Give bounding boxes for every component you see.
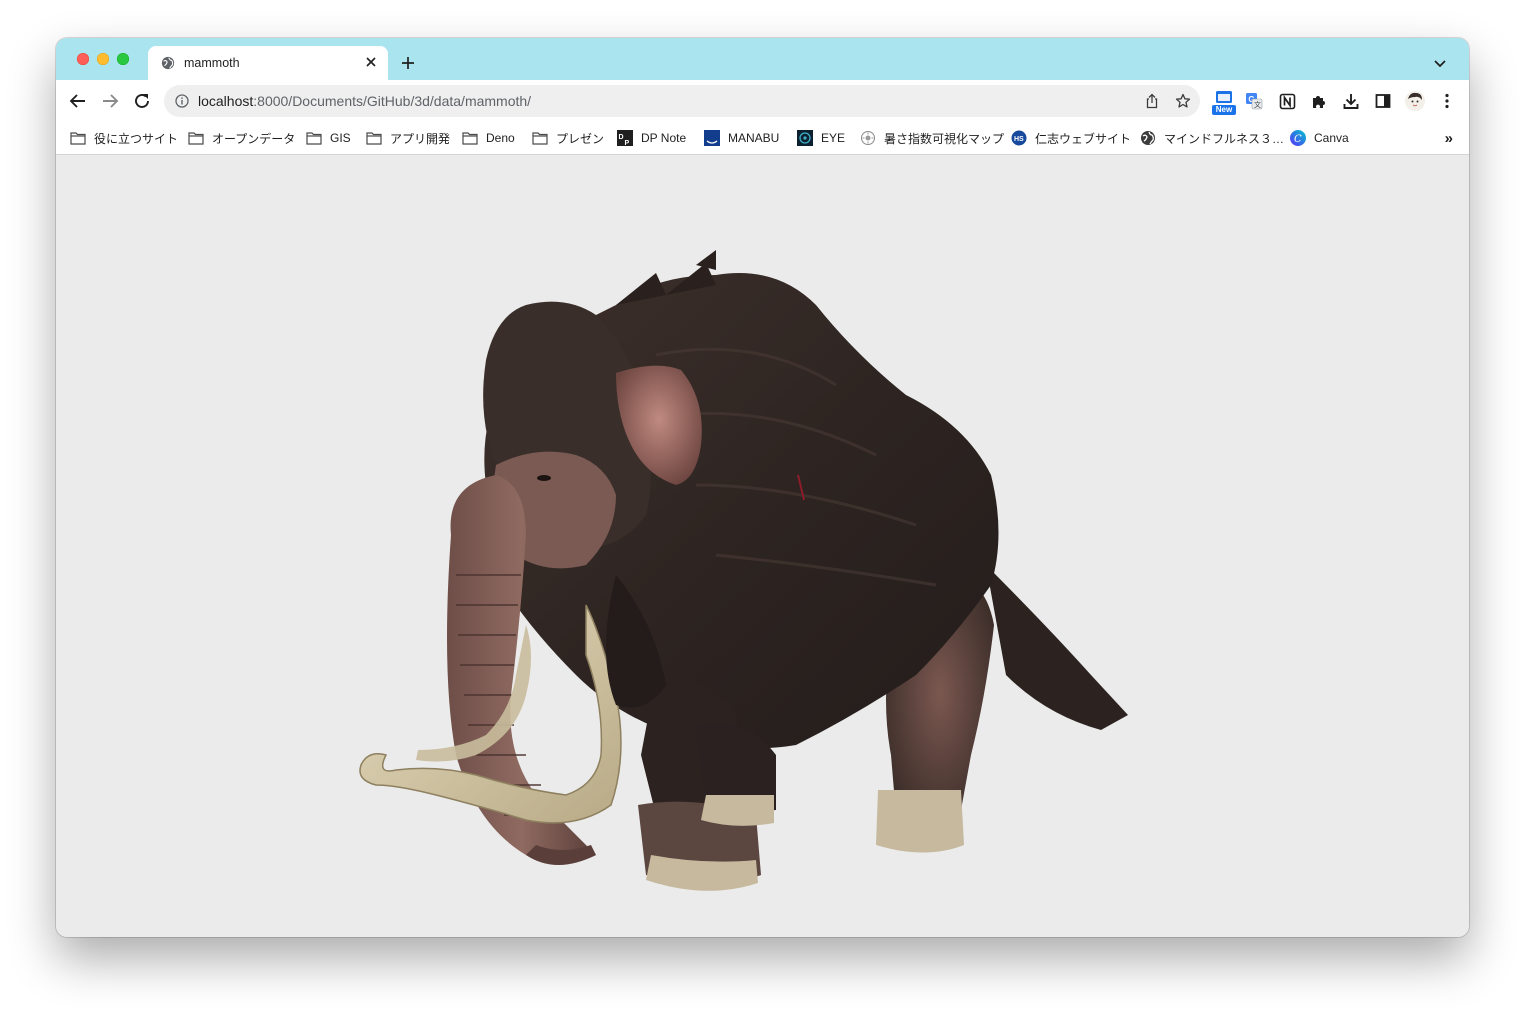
url-text[interactable]: localhost:8000/Documents/GitHub/3d/data/… — [198, 93, 531, 109]
more-vertical-icon — [1445, 93, 1449, 109]
profile-avatar-button[interactable] — [1404, 90, 1426, 112]
share-icon[interactable] — [1144, 93, 1160, 109]
star-icon[interactable] — [1175, 93, 1191, 109]
folder-icon — [70, 130, 86, 146]
bookmark-canva[interactable]: C Canva — [1290, 122, 1349, 154]
svg-text:文: 文 — [1254, 100, 1261, 109]
bookmarks-bar: 役に立つサイト オープンデータ GIS アプリ開発 Deno プレゼン DP D… — [56, 122, 1469, 155]
bookmark-manabu[interactable]: MANABU — [704, 122, 779, 154]
translate-icon: G 文 — [1246, 93, 1263, 110]
side-panel-button[interactable] — [1373, 91, 1393, 111]
bookmark-folder-gis[interactable]: GIS — [306, 122, 351, 154]
eye-logo-icon — [797, 130, 813, 146]
arrow-left-icon — [69, 94, 85, 108]
close-icon — [366, 57, 376, 67]
extension-new-button[interactable]: New — [1212, 91, 1236, 115]
new-tab-button[interactable] — [400, 55, 416, 71]
folder-icon — [306, 130, 322, 146]
browser-window: mammoth localhost:8000/Documents/GitHub/… — [56, 38, 1469, 937]
reload-button[interactable] — [132, 91, 152, 111]
back-button[interactable] — [68, 91, 88, 111]
extensions-button[interactable] — [1309, 91, 1329, 111]
bookmark-label: 暑さ指数可視化マップ — [884, 131, 1005, 146]
globe-icon — [1140, 130, 1156, 146]
notion-extension-button[interactable] — [1277, 91, 1297, 111]
bookmark-label: Canva — [1314, 131, 1349, 145]
avatar — [1405, 91, 1425, 111]
notion-icon — [1279, 93, 1295, 109]
minimize-window-button[interactable] — [97, 53, 109, 65]
bookmark-label: MANABU — [728, 131, 780, 145]
dp-logo-icon: DP — [617, 130, 633, 146]
bookmark-label: EYE — [821, 131, 846, 145]
bookmark-heat-index-map[interactable]: 暑さ指数可視化マップ — [860, 122, 1004, 154]
translate-extension-button[interactable]: G 文 — [1244, 91, 1264, 111]
tab-strip: mammoth — [56, 38, 1469, 80]
bookmark-label: プレゼン — [556, 131, 605, 146]
mammoth-eye — [537, 475, 551, 481]
toolbar: localhost:8000/Documents/GitHub/3d/data/… — [56, 80, 1469, 122]
page-content-viewport[interactable] — [56, 155, 1469, 937]
side-panel-icon — [1375, 94, 1391, 108]
svg-text:HS: HS — [1014, 136, 1024, 143]
mammoth-3d-model[interactable] — [56, 155, 1469, 937]
bookmark-folder-presentation[interactable]: プレゼン — [532, 122, 604, 154]
tab-mammoth[interactable]: mammoth — [148, 46, 388, 80]
manabu-logo-icon — [704, 130, 720, 146]
bookmarks-overflow-button[interactable]: » — [1445, 130, 1453, 147]
canva-logo-icon: C — [1290, 130, 1306, 146]
url-host: localhost — [198, 93, 254, 109]
folder-icon — [188, 130, 204, 146]
bookmark-hitoshi-website[interactable]: HS 仁志ウェブサイト — [1011, 122, 1131, 154]
url-path: :8000/Documents/GitHub/3d/data/mammoth/ — [253, 93, 532, 109]
close-window-button[interactable] — [77, 53, 89, 65]
folder-icon — [366, 130, 382, 146]
puzzle-icon — [1312, 95, 1325, 108]
bookmark-label: Deno — [486, 131, 515, 145]
folder-icon — [462, 130, 478, 146]
downloads-button[interactable] — [1341, 91, 1361, 111]
window-extension-icon — [1216, 91, 1232, 103]
bookmark-eye[interactable]: EYE — [797, 122, 845, 154]
bookmark-label: 役に立つサイト — [94, 131, 179, 146]
info-icon[interactable] — [175, 94, 189, 108]
sun-icon — [860, 130, 876, 146]
bookmark-dp-note[interactable]: DP DP Note — [617, 122, 686, 154]
folder-icon — [532, 130, 548, 146]
site-logo-icon: HS — [1011, 130, 1027, 146]
bookmark-folder-app-dev[interactable]: アプリ開発 — [366, 122, 450, 154]
fullscreen-window-button[interactable] — [117, 53, 129, 65]
bookmark-folder-deno[interactable]: Deno — [462, 122, 515, 154]
download-icon — [1343, 94, 1359, 109]
svg-text:C: C — [1294, 134, 1302, 145]
mammoth-tail — [986, 565, 1128, 730]
bookmark-label: 仁志ウェブサイト — [1035, 131, 1132, 146]
forward-button[interactable] — [100, 91, 120, 111]
bookmark-label: GIS — [330, 131, 351, 145]
address-bar[interactable]: localhost:8000/Documents/GitHub/3d/data/… — [164, 85, 1200, 117]
bookmark-label: オープンデータ — [212, 131, 296, 146]
bookmark-folder-useful-sites[interactable]: 役に立つサイト — [70, 122, 178, 154]
new-badge: New — [1212, 105, 1236, 115]
tab-title: mammoth — [184, 56, 240, 70]
bookmark-folder-open-data[interactable]: オープンデータ — [188, 122, 295, 154]
bookmark-label: マインドフルネス３… — [1164, 131, 1285, 146]
svg-text:D: D — [619, 134, 624, 141]
chrome-menu-button[interactable] — [1437, 91, 1457, 111]
tab-search-chevron-icon[interactable] — [1433, 56, 1447, 70]
close-tab-button[interactable] — [363, 54, 379, 70]
bookmark-label: DP Note — [641, 131, 687, 145]
arrow-right-icon — [103, 94, 119, 108]
bookmark-label: アプリ開発 — [390, 131, 451, 146]
svg-text:P: P — [625, 140, 630, 146]
bookmark-mindfulness[interactable]: マインドフルネス３… — [1140, 122, 1284, 154]
globe-icon — [161, 56, 175, 70]
reload-icon — [135, 94, 149, 108]
